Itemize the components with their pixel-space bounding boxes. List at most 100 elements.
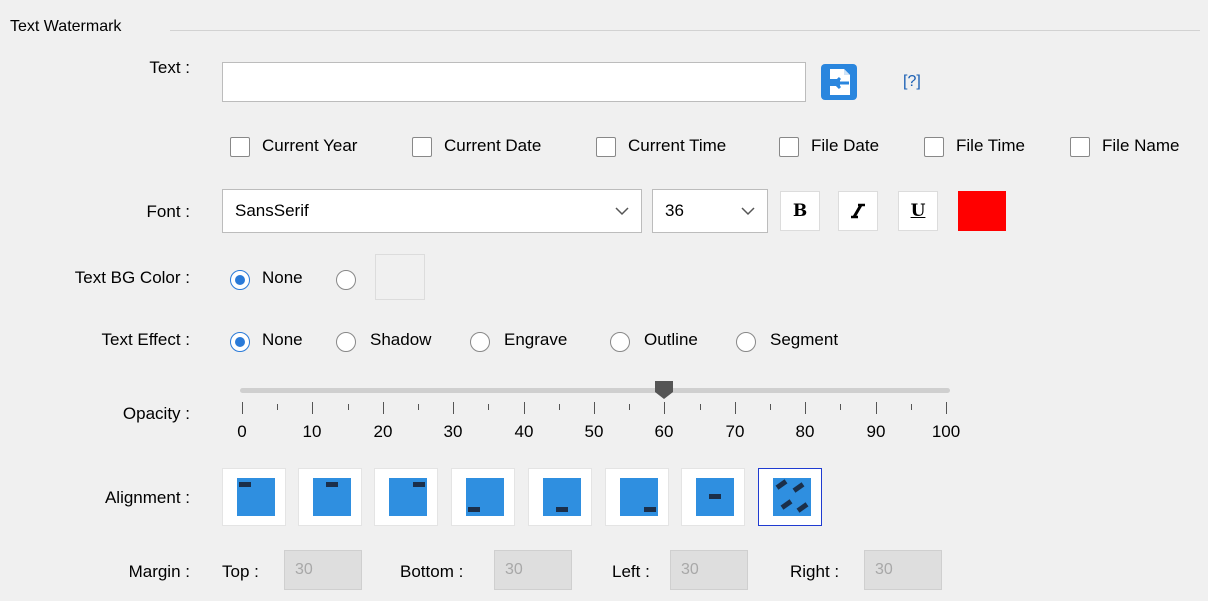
text-label: Text :	[149, 58, 190, 77]
opacity-tick-label: 100	[931, 422, 961, 441]
opacity-slider-track[interactable]	[240, 388, 950, 393]
opacity-tick-label: 30	[443, 422, 463, 441]
group-divider	[170, 30, 1200, 31]
bg-none-radio[interactable]	[230, 270, 250, 290]
italic-button[interactable]	[838, 191, 878, 231]
opacity-tick	[911, 404, 912, 410]
alignment-option[interactable]	[298, 468, 362, 526]
opacity-tick	[664, 402, 665, 414]
bold-glyph: B	[792, 201, 808, 221]
opacity-tick	[594, 402, 595, 414]
bg-none-label: None	[262, 268, 303, 287]
alignment-option[interactable]	[374, 468, 438, 526]
text-effect-label: Text Effect :	[101, 330, 190, 349]
opacity-tick	[629, 404, 630, 410]
margin-label: Margin :	[128, 562, 190, 581]
italic-icon	[851, 203, 865, 219]
margin-top-label: Top :	[222, 562, 259, 581]
insert-variable-button[interactable]	[819, 62, 859, 102]
alignment-option[interactable]	[451, 468, 515, 526]
effect-none-radio[interactable]	[230, 332, 250, 352]
effect-engrave-label: Engrave	[504, 330, 568, 349]
opacity-tick-label: 40	[514, 422, 534, 441]
current-date-label: Current Date	[444, 136, 542, 155]
opacity-slider-thumb[interactable]	[654, 380, 674, 400]
alignment-preview-icon	[543, 478, 581, 516]
margin-bottom-label: Bottom :	[400, 562, 464, 581]
alignment-dash	[556, 507, 568, 512]
opacity-label: Opacity :	[122, 404, 190, 423]
text-bg-color-label: Text BG Color :	[74, 268, 190, 287]
opacity-tick	[488, 404, 489, 410]
opacity-tick-label: 60	[654, 422, 674, 441]
alignment-preview-icon	[237, 478, 275, 516]
chevron-down-icon	[615, 207, 629, 216]
effect-segment-radio[interactable]	[736, 332, 756, 352]
file-name-checkbox[interactable]	[1070, 137, 1090, 157]
opacity-tick	[348, 404, 349, 410]
effect-engrave-radio[interactable]	[470, 332, 490, 352]
current-time-label: Current Time	[628, 136, 727, 155]
bold-button[interactable]: B	[780, 191, 820, 231]
alignment-option[interactable]	[222, 468, 286, 526]
file-date-label: File Date	[811, 136, 880, 155]
opacity-tick	[559, 404, 560, 410]
current-date-checkbox[interactable]	[412, 137, 432, 157]
alignment-option[interactable]	[528, 468, 592, 526]
alignment-dash	[326, 482, 338, 487]
opacity-tick-label: 10	[302, 422, 322, 441]
opacity-tick	[242, 402, 243, 414]
bg-color-radio[interactable]	[336, 270, 356, 290]
bg-color-swatch[interactable]	[375, 254, 425, 300]
opacity-tick	[453, 402, 454, 414]
opacity-tick	[524, 402, 525, 414]
margin-left-label: Left :	[612, 562, 650, 581]
font-label: Font :	[146, 202, 190, 221]
opacity-tick	[946, 402, 947, 414]
opacity-tick	[735, 402, 736, 414]
underline-glyph: U	[910, 201, 926, 221]
alignment-dash	[644, 507, 656, 512]
alignment-label: Alignment :	[104, 488, 190, 507]
opacity-tick-label: 0	[237, 422, 247, 441]
file-name-label: File Name	[1102, 136, 1180, 155]
current-time-checkbox[interactable]	[596, 137, 616, 157]
watermark-text-input[interactable]	[222, 62, 806, 102]
effect-none-label: None	[262, 330, 303, 349]
alignment-preview-icon	[466, 478, 504, 516]
file-date-checkbox[interactable]	[779, 137, 799, 157]
text-color-swatch[interactable]	[958, 191, 1006, 231]
opacity-tick	[418, 404, 419, 410]
font-size-select[interactable]: 36	[652, 189, 768, 233]
insert-icon	[821, 64, 857, 100]
alignment-dash	[780, 499, 793, 510]
opacity-tick-label: 70	[725, 422, 745, 441]
current-year-label: Current Year	[262, 136, 358, 155]
alignment-dash	[796, 502, 809, 513]
opacity-tick	[876, 402, 877, 414]
opacity-tick-label: 20	[373, 422, 393, 441]
opacity-tick-label: 90	[866, 422, 886, 441]
opacity-tick	[312, 402, 313, 414]
opacity-tick	[840, 404, 841, 410]
margin-right-input[interactable]: 30	[864, 550, 942, 590]
font-family-select[interactable]: SansSerif	[222, 189, 642, 233]
file-time-checkbox[interactable]	[924, 137, 944, 157]
current-year-checkbox[interactable]	[230, 137, 250, 157]
margin-left-input[interactable]: 30	[670, 550, 748, 590]
margin-bottom-input[interactable]: 30	[494, 550, 572, 590]
group-title: Text Watermark	[10, 18, 130, 36]
alignment-preview-icon	[389, 478, 427, 516]
alignment-option[interactable]	[758, 468, 822, 526]
alignment-dash	[709, 494, 721, 499]
opacity-tick	[277, 404, 278, 410]
alignment-option[interactable]	[605, 468, 669, 526]
effect-shadow-radio[interactable]	[336, 332, 356, 352]
effect-outline-radio[interactable]	[610, 332, 630, 352]
margin-top-input[interactable]: 30	[284, 550, 362, 590]
effect-outline-label: Outline	[644, 330, 698, 349]
help-link[interactable]: [?]	[903, 73, 921, 91]
effect-segment-label: Segment	[770, 330, 839, 349]
underline-button[interactable]: U	[898, 191, 938, 231]
alignment-option[interactable]	[681, 468, 745, 526]
